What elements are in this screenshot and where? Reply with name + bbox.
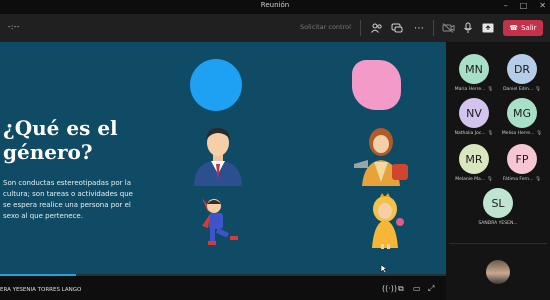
meeting-window: Reunión – □ ✕ -:-- Solicitar control ⋯ ☎: [0, 0, 550, 300]
fullscreen-icon[interactable]: ⤢: [428, 284, 434, 294]
panel-divider: [449, 243, 547, 244]
subtitles-icon[interactable]: ▭: [413, 284, 421, 293]
woman-ironing-illustration: [354, 128, 408, 186]
mic-muted-icon: 🎙: [535, 87, 541, 92]
hang-up-icon: ☎: [509, 24, 519, 32]
mic-muted-icon: 🎙: [536, 131, 543, 136]
participants-icon[interactable]: [370, 21, 384, 35]
share-screen-icon[interactable]: [481, 21, 495, 35]
mic-muted-icon: 🎙: [535, 177, 542, 182]
pop-out-icon[interactable]: ⧉: [398, 284, 404, 294]
meeting-toolbar: -:-- Solicitar control ⋯ ☎ Salir: [0, 14, 550, 42]
participant-name: SANDRA YESEN...: [478, 221, 518, 226]
mic-muted-icon: 🎙: [487, 87, 494, 92]
slide-progress-fill: [0, 274, 76, 276]
more-options-icon[interactable]: ⋯: [412, 21, 426, 35]
leave-label: Salir: [521, 24, 537, 32]
slide-body-text: Son conductas estereotipadas por la cult…: [3, 179, 133, 220]
slide-title-line-2: género?: [3, 140, 93, 164]
participant-tile[interactable]: FP Fátima Fern... 🎙: [498, 144, 546, 182]
microphone-icon[interactable]: [461, 21, 475, 35]
avatar: NV: [459, 98, 489, 128]
toolbar-divider: [433, 20, 434, 36]
avatar: MR: [459, 144, 489, 174]
participant-tile[interactable]: MG Melisa Herre... 🎙: [498, 98, 546, 136]
participant-name: Nathalia Joc...: [454, 131, 486, 136]
avatar: DR: [507, 54, 537, 84]
avatar: FP: [507, 144, 537, 174]
participant-name: Melanie Ma...: [455, 177, 486, 182]
participant-tile[interactable]: SL SANDRA YESEN...: [474, 188, 522, 226]
minimize-icon[interactable]: –: [504, 1, 508, 10]
title-bar: Reunión – □ ✕: [0, 0, 550, 14]
mic-muted-icon: 🎙: [487, 177, 493, 182]
participant-name: Melisa Herre...: [501, 131, 535, 136]
avatar: MG: [507, 98, 537, 128]
businessman-illustration: [194, 128, 242, 186]
blue-circle-shape: [190, 59, 242, 111]
mouse-cursor-icon: [380, 264, 388, 274]
leave-button[interactable]: ☎ Salir: [503, 20, 543, 36]
mic-muted-icon: 🎙: [487, 131, 494, 136]
pink-blob-shape: [352, 60, 401, 110]
participant-name: Maria Herre...: [454, 87, 486, 92]
maximize-icon[interactable]: □: [520, 1, 528, 10]
participant-tile[interactable]: MN Maria Herre... 🎙: [450, 54, 498, 92]
window-controls: – □ ✕: [504, 1, 546, 10]
slide-title-line-1: ¿Qué es el: [3, 116, 118, 140]
camera-off-icon[interactable]: [441, 21, 455, 35]
superhero-boy-illustration: [202, 198, 238, 245]
window-title: Reunión: [260, 1, 290, 9]
participant-tile[interactable]: MR Melanie Ma... 🎙: [450, 144, 498, 182]
participant-tile[interactable]: NV Nathalia Joc... 🎙: [450, 98, 498, 136]
participants-panel: MN Maria Herre... 🎙 DR Daniel Edm... 🎙 NV …: [446, 42, 550, 300]
request-control-button[interactable]: Solicitar control: [300, 23, 351, 31]
avatar: MN: [459, 54, 489, 84]
princess-girl-illustration: [372, 193, 404, 249]
participant-tile[interactable]: DR Daniel Edm... 🎙: [498, 54, 546, 92]
chat-icon[interactable]: [390, 21, 404, 35]
cast-icon[interactable]: ((·)): [382, 284, 397, 293]
close-icon[interactable]: ✕: [539, 1, 546, 10]
shared-slide: ¿Qué es el género? Son conductas estereo…: [0, 42, 446, 274]
participant-name: Daniel Edm...: [503, 87, 534, 92]
toolbar-divider: [360, 20, 361, 36]
avatar: SL: [483, 188, 513, 218]
self-view-video[interactable]: [486, 260, 510, 284]
presenter-name: ERA YESENIA TORRES LANGO: [0, 287, 82, 293]
participant-name: Fátima Fern...: [502, 177, 534, 182]
meeting-timer: -:--: [8, 23, 20, 31]
slide-title: ¿Qué es el género?: [3, 116, 153, 164]
slide-progress-bar: [0, 274, 446, 276]
